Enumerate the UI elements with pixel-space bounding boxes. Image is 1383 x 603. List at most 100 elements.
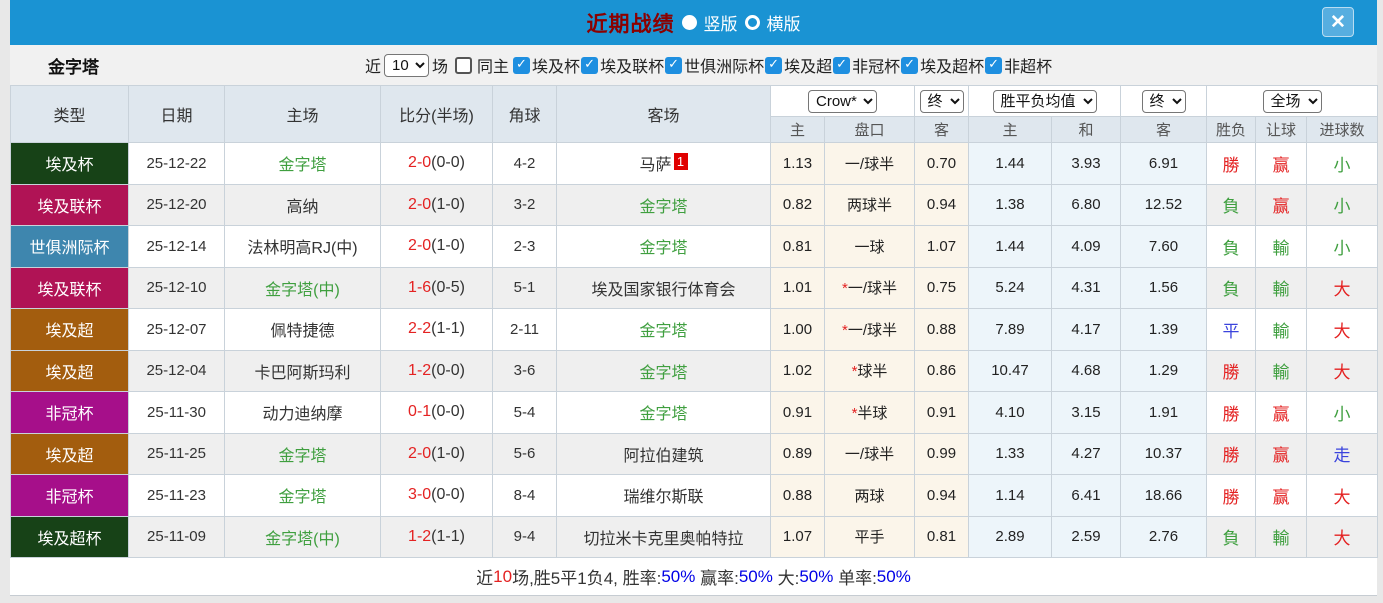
team-name: 金字塔: [48, 57, 99, 77]
away-team-cell: 金字塔: [556, 308, 771, 351]
away-team-cell: 马萨 1: [556, 142, 771, 185]
summary-text: 赢率:: [695, 569, 739, 588]
corner-cell: 4-2: [492, 142, 557, 185]
date-cell: 25-11-09: [128, 515, 225, 558]
handicap-cell: *球半: [824, 349, 915, 392]
summary-text: 近: [476, 569, 494, 588]
horizontal-layout-label[interactable]: 横版: [767, 10, 801, 35]
result-cell: 負: [1206, 183, 1256, 226]
euro-home-odds-cell: 1.14: [968, 474, 1052, 517]
result-cell: 負: [1206, 225, 1256, 268]
date-cell: 25-12-14: [128, 225, 225, 268]
euro-away-odds-cell: 6.91: [1120, 142, 1207, 185]
sub-header-handicap: 盘口: [824, 116, 915, 143]
competition-checkbox[interactable]: [665, 56, 683, 74]
away-team-cell: 切拉米卡克里奥帕特拉: [556, 515, 771, 558]
asian-away-odds-cell: 0.94: [914, 474, 969, 517]
filter-controls: 近 10 场 同主 埃及杯 埃及联杯 世俱洲际杯 埃及超 非冠杯 埃及超杯 非超杯: [365, 53, 1053, 77]
competition-checkbox[interactable]: [985, 56, 1003, 74]
match-row: 埃及杯 25-12-22 金字塔 2-0(0-0) 4-2 马萨 1 1.13 一/球半 0.70…: [10, 142, 1378, 185]
asian-home-odds-cell: 1.02: [770, 349, 825, 392]
corner-cell: 3-2: [492, 183, 557, 226]
euro-draw-odds-cell: 4.68: [1051, 349, 1121, 392]
score-cell: 1-2(1-1): [380, 515, 493, 558]
euro-away-odds-cell: 2.76: [1120, 515, 1207, 558]
home-team-cell: 佩特捷德: [224, 308, 381, 351]
date-cell: 25-12-10: [128, 266, 225, 309]
sub-header-euro-away: 客: [1120, 116, 1207, 143]
home-team-cell: 法林明高RJ(中): [224, 225, 381, 268]
euro-draw-odds-cell: 6.41: [1051, 474, 1121, 517]
horizontal-layout-radio[interactable]: [744, 15, 760, 30]
close-button[interactable]: ✕: [1322, 7, 1354, 37]
result-cell: 勝: [1206, 391, 1256, 434]
corner-cell: 8-4: [492, 474, 557, 517]
euro-away-odds-cell: 10.37: [1120, 432, 1207, 475]
corner-cell: 2-3: [492, 225, 557, 268]
home-team-cell: 金字塔: [224, 142, 381, 185]
score-cell: 3-0(0-0): [380, 474, 493, 517]
handicap-cell: *一/球半: [824, 308, 915, 351]
summary-bar: 近 10 场,胜5平1负4, 胜率: 50% 赢率: 50% 大: 50% 单率: 50%: [10, 558, 1377, 596]
competition-filters: 埃及杯 埃及联杯 世俱洲际杯 埃及超 非冠杯 埃及超杯 非超杯: [513, 53, 1053, 77]
handicap-cell: *一/球半: [824, 266, 915, 309]
europe-time-select[interactable]: 终: [1141, 89, 1186, 113]
goals-cell: 小: [1306, 225, 1378, 268]
euro-draw-odds-cell: 4.17: [1051, 308, 1121, 351]
scope-select[interactable]: 全场: [1262, 89, 1322, 113]
handicap-cell: 一/球半: [824, 432, 915, 475]
type-badge: 非冠杯: [10, 474, 129, 517]
asian-away-odds-cell: 0.75: [914, 266, 969, 309]
asian-home-odds-cell: 1.01: [770, 266, 825, 309]
handicap-result-cell: 赢: [1255, 474, 1307, 517]
handicap-result-cell: 赢: [1255, 183, 1307, 226]
asian-time-select[interactable]: 终: [919, 89, 964, 113]
asian-home-odds-cell: 1.00: [770, 308, 825, 351]
asian-away-odds-cell: 0.91: [914, 391, 969, 434]
asian-away-odds-cell: 0.86: [914, 349, 969, 392]
score-cell: 2-0(1-0): [380, 432, 493, 475]
odds-company-select[interactable]: Crow*: [808, 89, 877, 113]
handicap-result-cell: 輸: [1255, 266, 1307, 309]
competition-checkbox[interactable]: [765, 56, 783, 74]
sub-header-euro-home: 主: [968, 116, 1052, 143]
competition-checkbox[interactable]: [513, 56, 531, 74]
recent-results-dialog: 近期战绩 竖版 横版 ✕ 金字塔 近 10 场 同主 埃及杯埃及联杯世俱洲际杯埃…: [10, 0, 1378, 596]
euro-draw-odds-cell: 4.31: [1051, 266, 1121, 309]
date-cell: 25-12-22: [128, 142, 225, 185]
corner-cell: 9-4: [492, 515, 557, 558]
same-home-checkbox[interactable]: [455, 56, 473, 74]
away-team-cell: 金字塔: [556, 183, 771, 226]
goals-cell: 大: [1306, 474, 1378, 517]
home-team-cell: 卡巴阿斯玛利: [224, 349, 381, 392]
type-badge: 埃及超: [10, 349, 129, 392]
asian-home-odds-cell: 0.82: [770, 183, 825, 226]
recent-count-select[interactable]: 10: [384, 53, 430, 77]
score-cell: 2-0(1-0): [380, 225, 493, 268]
competition-checkbox[interactable]: [581, 56, 599, 74]
euro-home-odds-cell: 7.89: [968, 308, 1052, 351]
summary-text: 场,胜5平1负4, 胜率:: [512, 569, 662, 588]
euro-draw-odds-cell: 4.09: [1051, 225, 1121, 268]
col-header-away: 客场: [556, 85, 771, 143]
competition-checkbox[interactable]: [901, 56, 919, 74]
score-cell: 1-2(0-0): [380, 349, 493, 392]
result-cell: 平: [1206, 308, 1256, 351]
vertical-layout-label[interactable]: 竖版: [704, 10, 738, 35]
europe-odds-select[interactable]: 胜平负均值: [992, 89, 1097, 113]
match-row: 埃及超 25-11-25 金字塔 2-0(1-0) 5-6 阿拉伯建筑 0.89 一/球半 0.…: [10, 432, 1378, 475]
handicap-result-cell: 赢: [1255, 432, 1307, 475]
goals-cell: 走: [1306, 432, 1378, 475]
euro-draw-odds-cell: 2.59: [1051, 515, 1121, 558]
handicap-cell: 两球半: [824, 183, 915, 226]
ranking-badge: 1: [673, 153, 688, 171]
type-badge: 埃及超: [10, 432, 129, 475]
same-home-label: 同主: [477, 59, 510, 76]
summary-text: 单率:: [833, 569, 877, 588]
competition-checkbox[interactable]: [833, 56, 851, 74]
asian-home-odds-cell: 0.91: [770, 391, 825, 434]
competition-label: 非冠杯: [852, 59, 901, 76]
vertical-layout-radio[interactable]: [681, 15, 697, 30]
match-row: 埃及联杯 25-12-20 高纳 2-0(1-0) 3-2 金字塔 0.82 两球半 0.94 1…: [10, 183, 1378, 226]
asian-away-odds-cell: 1.07: [914, 225, 969, 268]
